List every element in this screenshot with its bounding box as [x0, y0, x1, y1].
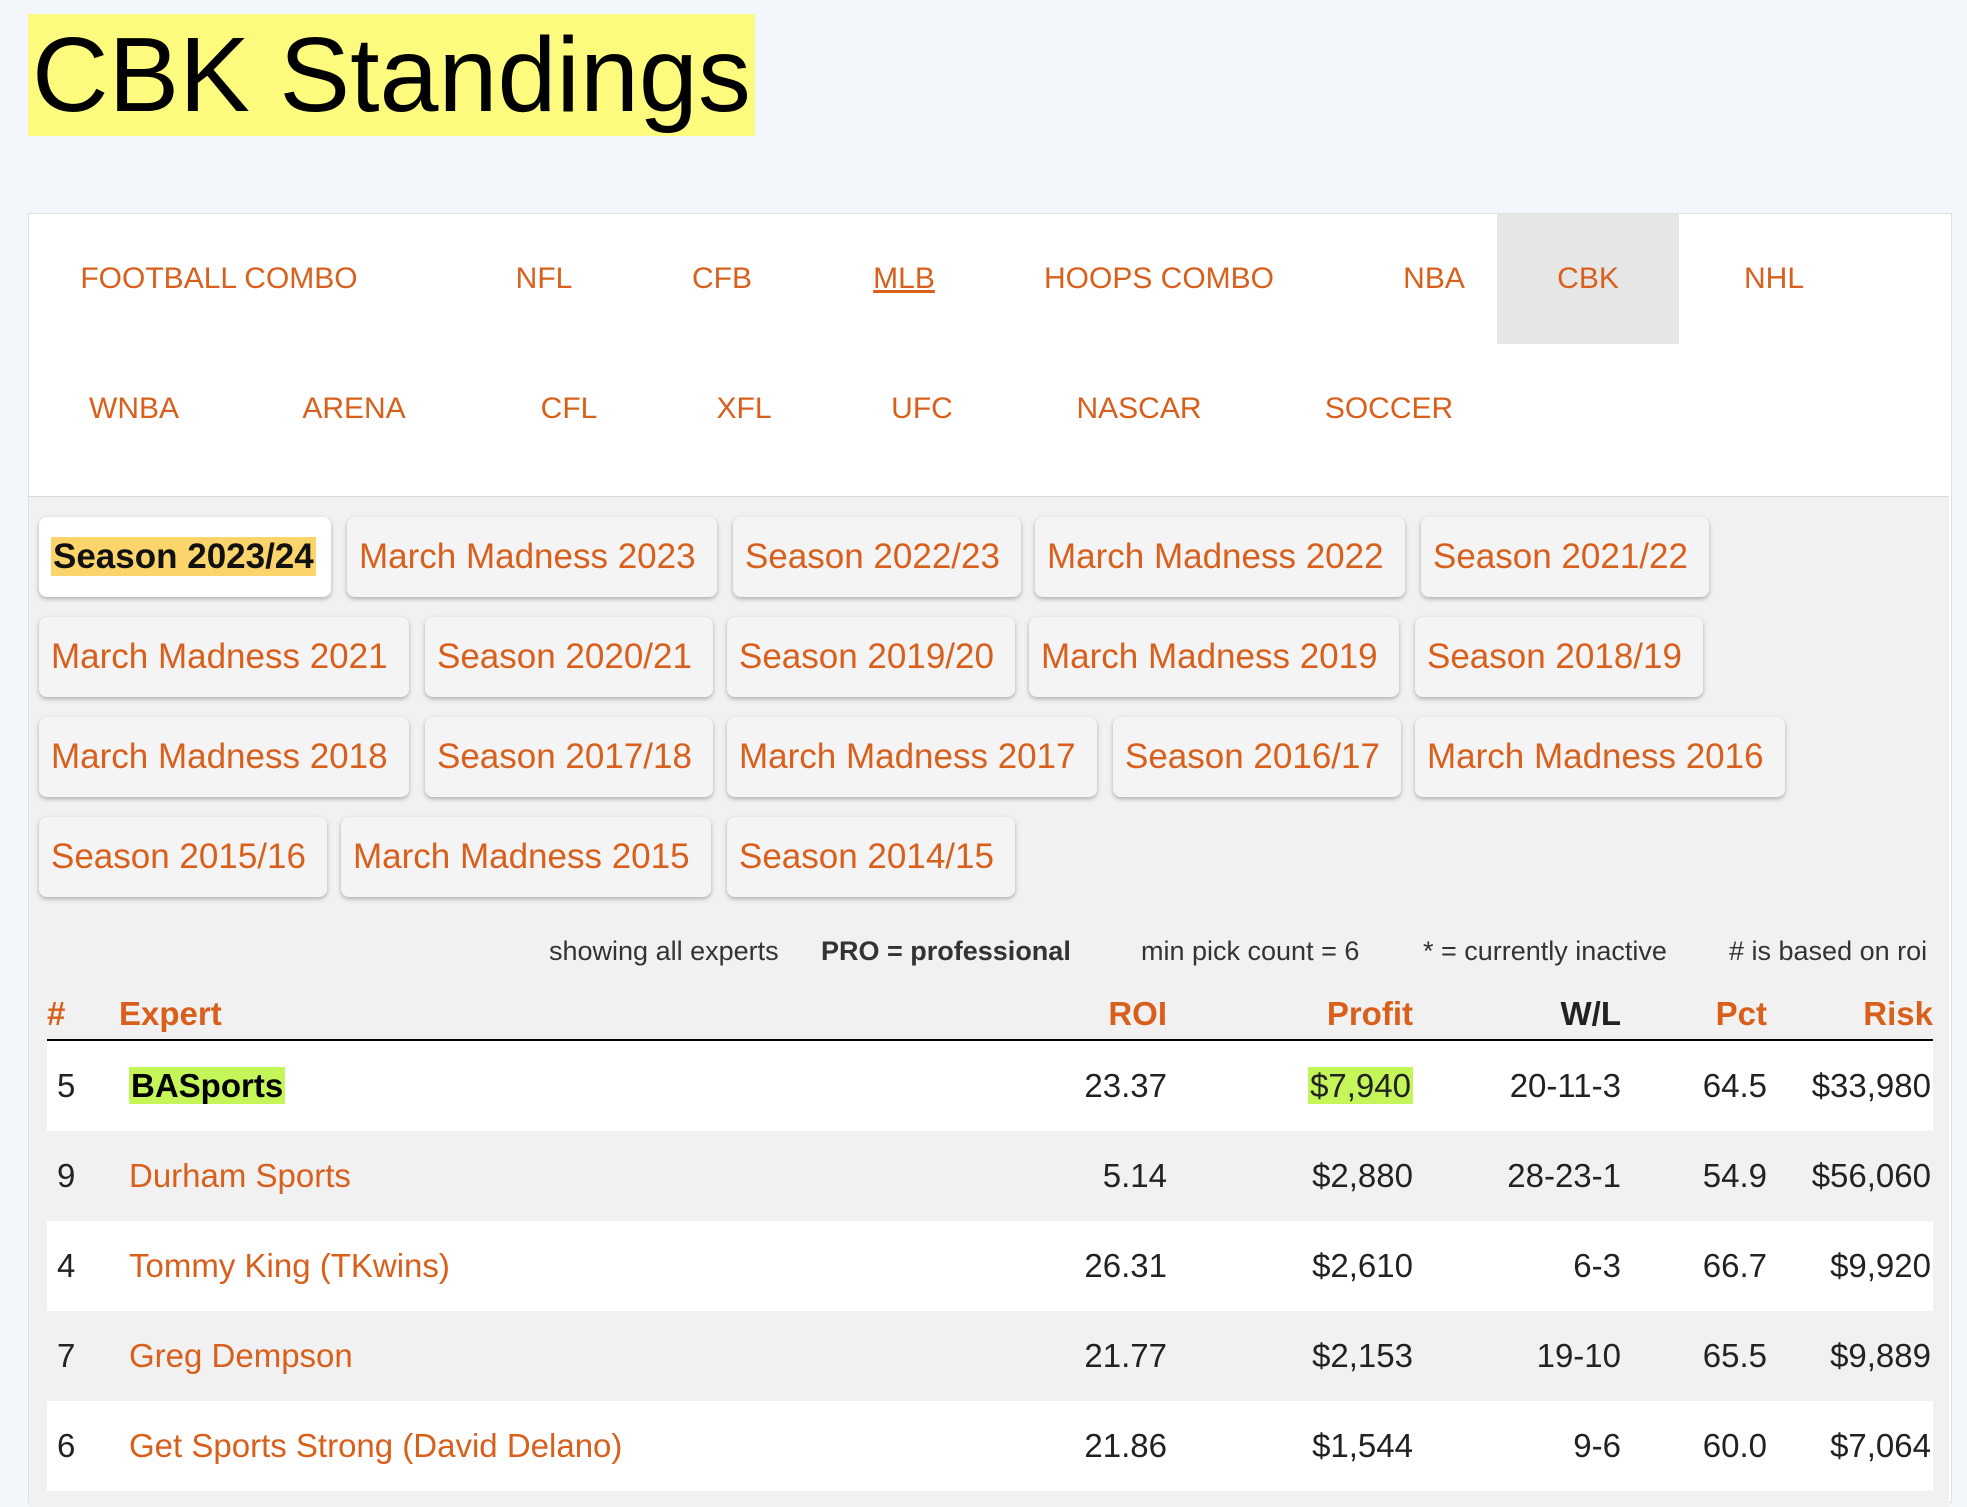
season-tab-2020-21[interactable]: Season 2020/21: [425, 617, 713, 697]
cell-rank: 7: [57, 1337, 76, 1374]
sport-tab-cfb[interactable]: CFB: [647, 214, 797, 344]
cell-risk: $9,920: [1830, 1247, 1931, 1284]
header-rank[interactable]: #: [47, 989, 87, 1039]
cell-profit: $7,940: [1308, 1067, 1413, 1104]
table-header: # Expert ROI Profit W/L Pct Risk: [47, 989, 1933, 1041]
cell-wl: 6-3: [1573, 1247, 1621, 1284]
season-tab-2021-22[interactable]: Season 2021/22: [1421, 517, 1709, 597]
cell-pct: 60.0: [1702, 1427, 1767, 1464]
cell-roi: 5.14: [1102, 1157, 1167, 1194]
sport-tab-arena[interactable]: ARENA: [274, 344, 434, 474]
sport-tab-xfl[interactable]: XFL: [669, 344, 819, 474]
season-tab-2014-15[interactable]: Season 2014/15: [727, 817, 1015, 897]
sport-tab-nhl[interactable]: NHL: [1689, 214, 1859, 344]
cell-expert[interactable]: Tommy King (TKwins): [129, 1221, 829, 1311]
cell-expert[interactable]: Durham Sports: [129, 1131, 829, 1221]
sport-tab-ufc[interactable]: UFC: [847, 344, 997, 474]
season-tab-2015-16[interactable]: Season 2015/16: [39, 817, 327, 897]
sport-tab-hoops-combo[interactable]: HOOPS COMBO: [1009, 214, 1309, 344]
season-tab-2017-18[interactable]: Season 2017/18: [425, 717, 713, 797]
sport-tab-football-combo[interactable]: FOOTBALL COMBO: [29, 214, 409, 344]
cell-roi: 26.31: [1084, 1247, 1167, 1284]
cell-risk: $33,980: [1811, 1067, 1931, 1104]
header-pct[interactable]: Pct: [1627, 989, 1767, 1039]
sport-tab-wnba[interactable]: WNBA: [59, 344, 209, 474]
cell-wl: 19-10: [1536, 1337, 1621, 1374]
cell-wl: 28-23-1: [1507, 1157, 1621, 1194]
season-tab-2023-24[interactable]: Season 2023/24: [39, 517, 331, 597]
legend-showing: showing all experts: [549, 936, 779, 966]
season-tab-march-madness-2016[interactable]: March Madness 2016: [1415, 717, 1785, 797]
sport-tab-nfl[interactable]: NFL: [469, 214, 619, 344]
sport-tab-mlb[interactable]: MLB: [829, 214, 979, 344]
cell-profit: $2,610: [1312, 1247, 1413, 1284]
cell-roi: 21.77: [1084, 1337, 1167, 1374]
season-tab-2018-19[interactable]: Season 2018/19: [1415, 617, 1703, 697]
header-risk[interactable]: Risk: [1777, 989, 1933, 1039]
legend-pro: PRO = professional: [821, 936, 1071, 966]
season-tab-march-madness-2023[interactable]: March Madness 2023: [347, 517, 717, 597]
season-tab-march-madness-2017[interactable]: March Madness 2017: [727, 717, 1097, 797]
header-roi[interactable]: ROI: [947, 989, 1167, 1039]
season-tab-2022-23[interactable]: Season 2022/23: [733, 517, 1021, 597]
legend-inactive: * = currently inactive: [1423, 936, 1667, 966]
standings-card: FOOTBALL COMBO NFL CFB MLB HOOPS COMBO N…: [28, 213, 1952, 1507]
sport-tab-soccer[interactable]: SOCCER: [1279, 344, 1499, 474]
table-row: 5 BASports 23.37 $7,940 20-11-3 64.5 $33…: [47, 1041, 1933, 1131]
cell-roi: 23.37: [1084, 1067, 1167, 1104]
cell-rank: 4: [57, 1247, 76, 1284]
page-title: CBK Standings: [28, 14, 755, 136]
season-tab-march-madness-2015[interactable]: March Madness 2015: [341, 817, 711, 897]
cell-pct: 66.7: [1702, 1247, 1767, 1284]
cell-profit: $2,153: [1312, 1337, 1413, 1374]
cell-risk: $56,060: [1811, 1157, 1931, 1194]
cell-expert[interactable]: Greg Dempson: [129, 1311, 829, 1401]
cell-expert[interactable]: Get Sports Strong (David Delano): [129, 1401, 829, 1491]
header-profit[interactable]: Profit: [1217, 989, 1413, 1039]
cell-wl: 20-11-3: [1509, 1067, 1621, 1104]
legend-rank-basis: # is based on roi: [1729, 936, 1928, 966]
sports-nav: FOOTBALL COMBO NFL CFB MLB HOOPS COMBO N…: [29, 214, 1951, 494]
cell-rank: 9: [57, 1157, 76, 1194]
cell-risk: $7,064: [1830, 1427, 1931, 1464]
cell-profit: $1,544: [1312, 1427, 1413, 1464]
season-tab-march-madness-2019[interactable]: March Madness 2019: [1029, 617, 1399, 697]
legend-min-pick: min pick count = 6: [1141, 936, 1360, 966]
season-tab-march-madness-2021[interactable]: March Madness 2021: [39, 617, 409, 697]
table-row: 6 Get Sports Strong (David Delano) 21.86…: [47, 1401, 1933, 1491]
cell-expert[interactable]: BASports: [129, 1041, 829, 1131]
header-wl: W/L: [1560, 995, 1621, 1032]
cell-wl: 9-6: [1573, 1427, 1621, 1464]
sport-tab-cfl[interactable]: CFL: [494, 344, 644, 474]
cell-rank: 6: [57, 1427, 76, 1464]
sport-tab-nascar[interactable]: NASCAR: [1039, 344, 1239, 474]
season-panel: Season 2023/24 March Madness 2023 Season…: [29, 496, 1949, 1507]
cell-pct: 64.5: [1702, 1067, 1767, 1104]
season-tab-march-madness-2018[interactable]: March Madness 2018: [39, 717, 409, 797]
season-tab-2016-17[interactable]: Season 2016/17: [1113, 717, 1401, 797]
standings-table: # Expert ROI Profit W/L Pct Risk 5 BASpo…: [47, 989, 1933, 1491]
cell-pct: 65.5: [1702, 1337, 1767, 1374]
table-row: 4 Tommy King (TKwins) 26.31 $2,610 6-3 6…: [47, 1221, 1933, 1311]
header-expert[interactable]: Expert: [119, 989, 419, 1039]
cell-profit: $2,880: [1312, 1157, 1413, 1194]
season-tab-2019-20[interactable]: Season 2019/20: [727, 617, 1015, 697]
table-row: 9 Durham Sports 5.14 $2,880 28-23-1 54.9…: [47, 1131, 1933, 1221]
cell-risk: $9,889: [1830, 1337, 1931, 1374]
cell-rank: 5: [57, 1067, 76, 1104]
sport-tab-nba[interactable]: NBA: [1359, 214, 1509, 344]
cell-pct: 54.9: [1702, 1157, 1767, 1194]
sport-tab-cbk[interactable]: CBK: [1497, 214, 1679, 344]
season-tab-march-madness-2022[interactable]: March Madness 2022: [1035, 517, 1405, 597]
cell-roi: 21.86: [1084, 1427, 1167, 1464]
table-row: 7 Greg Dempson 21.77 $2,153 19-10 65.5 $…: [47, 1311, 1933, 1401]
